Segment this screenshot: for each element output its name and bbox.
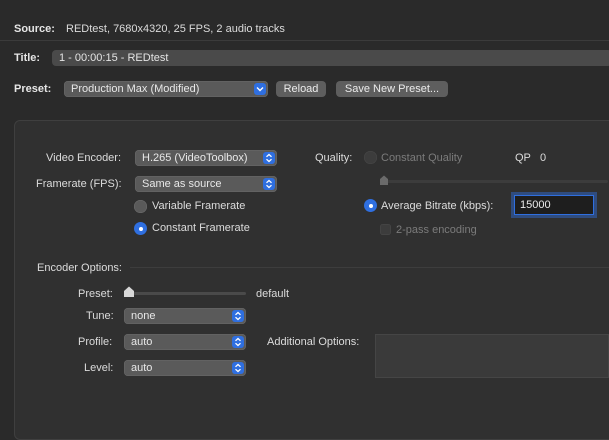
qp-value: 0 <box>540 152 547 164</box>
source-label: Source: <box>14 23 55 35</box>
framerate-value: Same as source <box>142 178 222 190</box>
tune-popup[interactable]: none <box>124 308 246 324</box>
title-label: Title: <box>14 52 41 64</box>
framerate-label: Framerate (FPS): <box>36 178 122 190</box>
constant-quality-label: Constant Quality <box>381 152 463 164</box>
tune-label: Tune: <box>86 310 114 322</box>
profile-label: Profile: <box>78 336 113 348</box>
average-bitrate-radio[interactable] <box>364 199 377 212</box>
framerate-popup[interactable]: Same as source <box>135 176 277 192</box>
encoder-preset-value: default <box>256 288 290 300</box>
tune-value: none <box>131 310 156 322</box>
average-bitrate-input[interactable]: 15000 <box>514 195 594 215</box>
constant-framerate-label: Constant Framerate <box>152 222 250 234</box>
save-new-preset-button[interactable]: Save New Preset... <box>336 81 448 97</box>
popup-stepper-icon <box>232 310 244 322</box>
two-pass-checkbox[interactable] <box>380 224 391 235</box>
constant-framerate-radio[interactable] <box>134 222 147 235</box>
chevron-down-icon <box>254 83 266 95</box>
two-pass-label: 2-pass encoding <box>396 224 477 236</box>
preset-popup-value: Production Max (Modified) <box>71 83 200 95</box>
divider <box>130 267 609 268</box>
video-encoder-value: H.265 (VideoToolbox) <box>142 152 248 164</box>
variable-framerate-label: Variable Framerate <box>152 200 246 212</box>
additional-options-label: Additional Options: <box>267 336 360 348</box>
popup-stepper-icon <box>263 178 275 190</box>
constant-quality-radio[interactable] <box>364 151 377 164</box>
video-encoder-label: Video Encoder: <box>46 152 122 164</box>
video-encoder-popup[interactable]: H.265 (VideoToolbox) <box>135 150 277 166</box>
additional-options-textarea[interactable] <box>375 334 609 378</box>
variable-framerate-radio[interactable] <box>134 200 147 213</box>
encoder-preset-label: Preset: <box>78 288 113 300</box>
level-value: auto <box>131 362 153 374</box>
level-popup[interactable]: auto <box>124 360 246 376</box>
quality-slider-track[interactable] <box>382 180 608 183</box>
video-settings-panel <box>14 120 609 440</box>
popup-stepper-icon <box>263 152 275 164</box>
profile-value: auto <box>131 336 153 348</box>
encoder-options-header: Encoder Options: <box>37 262 122 274</box>
popup-stepper-icon <box>232 362 244 374</box>
reload-button[interactable]: Reload <box>276 81 326 97</box>
popup-stepper-icon <box>232 336 244 348</box>
level-label: Level: <box>84 362 114 374</box>
divider <box>0 40 609 41</box>
encoder-preset-slider-track[interactable] <box>126 292 246 295</box>
quality-label: Quality: <box>315 152 353 164</box>
preset-label: Preset: <box>14 83 52 95</box>
slider-thumb-icon[interactable] <box>123 286 135 298</box>
title-field[interactable]: 1 - 00:00:15 - REDtest <box>52 50 609 66</box>
source-value: REDtest, 7680x4320, 25 FPS, 2 audio trac… <box>66 23 285 35</box>
average-bitrate-label: Average Bitrate (kbps): <box>381 200 494 212</box>
preset-popup[interactable]: Production Max (Modified) <box>64 81 268 97</box>
qp-label: QP <box>515 152 531 164</box>
profile-popup[interactable]: auto <box>124 334 246 350</box>
slider-thumb-icon[interactable] <box>379 175 389 186</box>
